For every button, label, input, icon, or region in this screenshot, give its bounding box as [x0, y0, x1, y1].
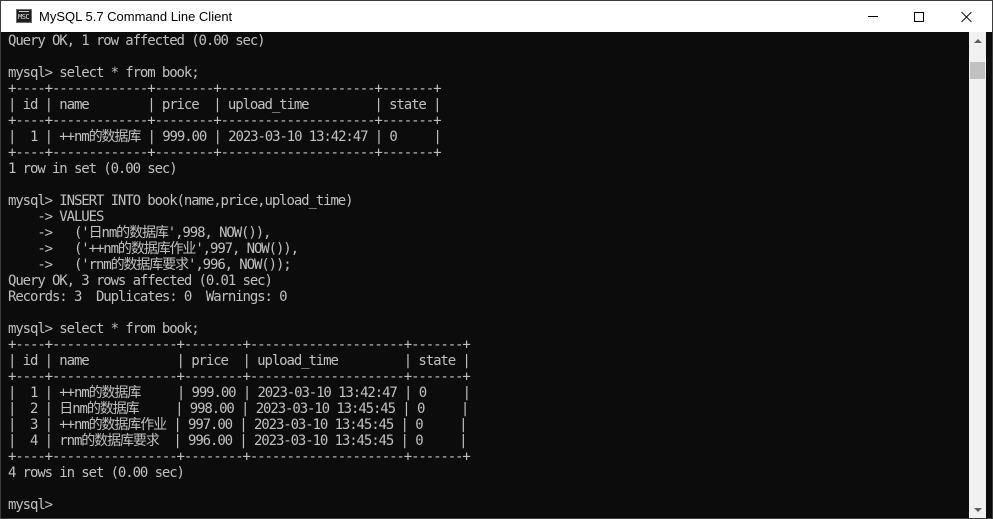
console-line: | 1 | ++nm的数据库 | 999.00 | 2023-03-10 13:…: [8, 129, 442, 145]
scroll-down-arrow-icon: [973, 507, 982, 512]
app-icon-label: MSC: [18, 13, 30, 21]
console-app-icon[interactable]: MSC: [16, 9, 32, 23]
scroll-up-arrow-icon: [973, 38, 982, 43]
console-line: | 3 | ++nm的数据库作业 | 997.00 | 2023-03-10 1…: [8, 417, 468, 433]
console-text[interactable]: Query OK, 1 row affected (0.00 sec) mysq…: [8, 33, 471, 513]
console-line: mysql> select * from book;: [8, 65, 200, 81]
console-line: +----+-----------------+--------+-------…: [8, 369, 471, 385]
console-line: mysql>: [8, 497, 53, 513]
console-line: | 4 | rnm的数据库要求 | 996.00 | 2023-03-10 13…: [8, 433, 468, 449]
window-edge: [986, 32, 992, 518]
scroll-down-button[interactable]: [969, 501, 986, 518]
console-line: | id | name | price | upload_time | stat…: [8, 97, 442, 113]
minimize-button[interactable]: [850, 1, 896, 32]
mysql-client-window: MSC MySQL 5.7 Command Line Client Query …: [0, 0, 993, 519]
console-line: mysql> select * from book;: [8, 321, 200, 337]
close-button[interactable]: [942, 1, 992, 32]
console-line: +----+-------------+--------+-----------…: [8, 81, 442, 97]
maximize-icon: [914, 11, 924, 22]
scrollbar-thumb[interactable]: [970, 62, 985, 79]
console-line: +----+-------------+--------+-----------…: [8, 145, 442, 161]
console-line: -> VALUES: [8, 209, 104, 225]
console-line: mysql> INSERT INTO book(name,price,uploa…: [8, 193, 354, 209]
console-line: 1 row in set (0.00 sec): [8, 161, 178, 177]
console-line: Query OK, 1 row affected (0.00 sec): [8, 33, 266, 49]
console-line: +----+-----------------+--------+-------…: [8, 449, 471, 465]
console-output[interactable]: Query OK, 1 row affected (0.00 sec) mysq…: [1, 32, 969, 518]
maximize-button[interactable]: [896, 1, 942, 32]
console-line: Records: 3 Duplicates: 0 Warnings: 0: [8, 289, 288, 305]
minimize-icon: [868, 16, 878, 17]
console-line: +----+-------------+--------+-----------…: [8, 113, 442, 129]
close-icon: [961, 11, 973, 23]
title-bar[interactable]: MSC MySQL 5.7 Command Line Client: [1, 1, 992, 32]
console-line: 4 rows in set (0.00 sec): [8, 465, 185, 481]
scroll-up-button[interactable]: [969, 32, 986, 49]
console-line: -> ('rnm的数据库要求',996, NOW());: [8, 257, 291, 273]
vertical-scrollbar[interactable]: [969, 32, 986, 518]
console-line: | id | name | price | upload_time | stat…: [8, 353, 471, 369]
console-line: +----+-----------------+--------+-------…: [8, 337, 471, 353]
console-line: | 1 | ++nm的数据库 | 999.00 | 2023-03-10 13:…: [8, 385, 471, 401]
console-line: | 2 | 日nm的数据库 | 998.00 | 2023-03-10 13:4…: [8, 401, 469, 417]
console-line: Query OK, 3 rows affected (0.01 sec): [8, 273, 273, 289]
console-line: -> ('日nm的数据库',998, NOW()),: [8, 225, 271, 241]
window-title: MySQL 5.7 Command Line Client: [39, 9, 233, 24]
console-line: -> ('++nm的数据库作业',997, NOW()),: [8, 241, 299, 257]
